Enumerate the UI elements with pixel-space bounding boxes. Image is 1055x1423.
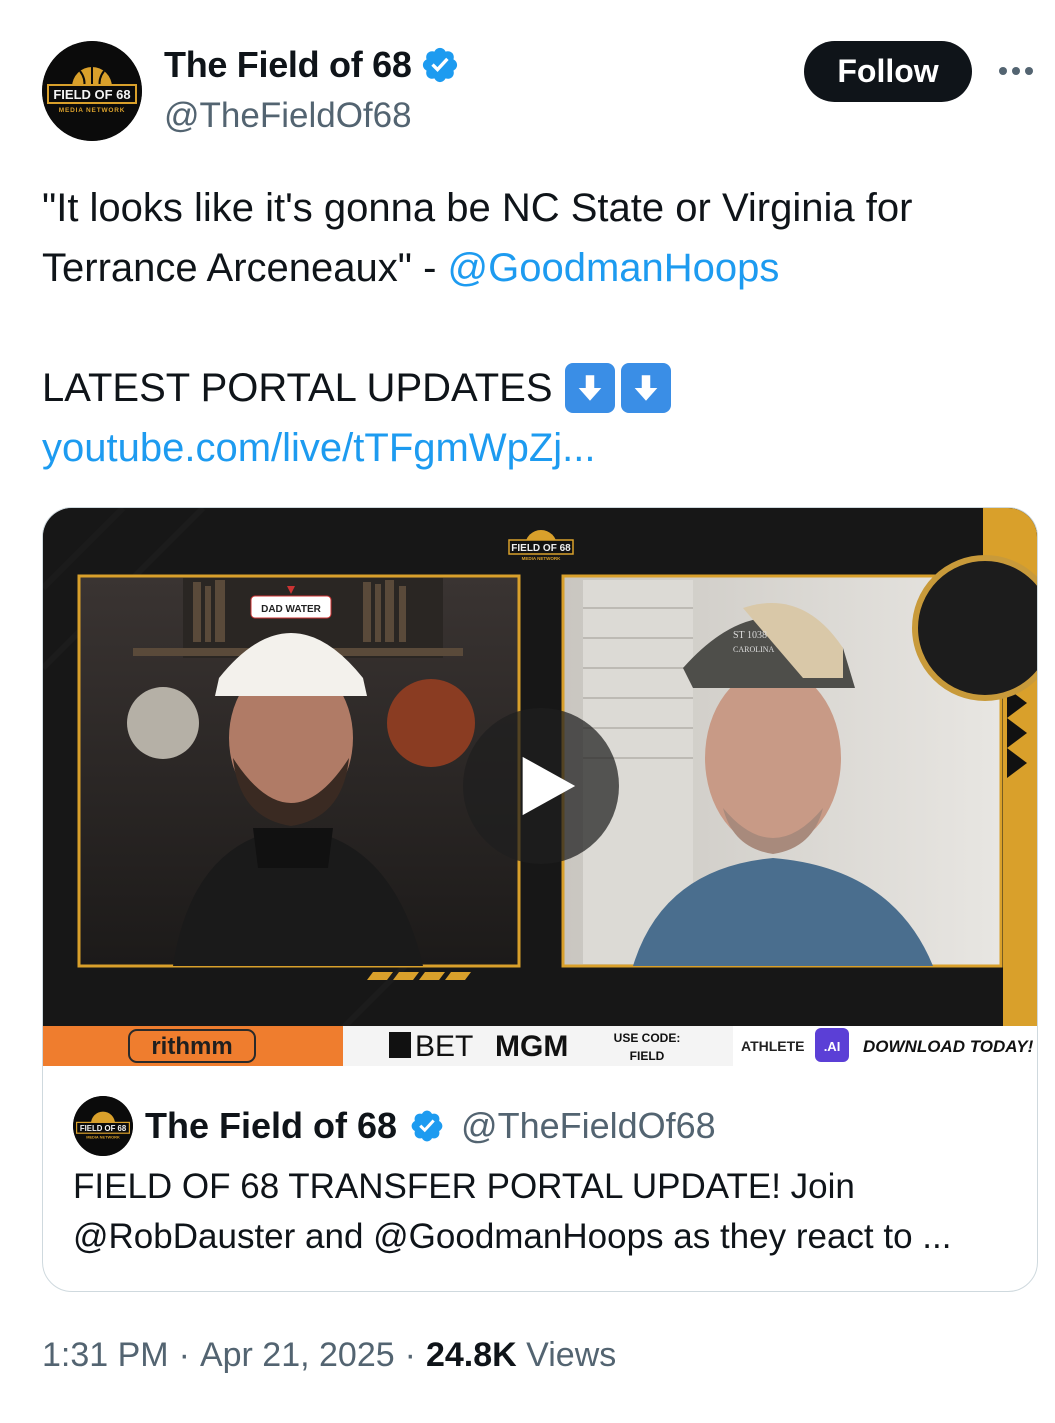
tweet-text: "It looks like it's gonna be NC State or…: [42, 178, 1032, 298]
follow-button[interactable]: Follow: [804, 41, 972, 102]
svg-text:MEDIA NETWORK: MEDIA NETWORK: [522, 556, 562, 561]
display-name[interactable]: The Field of 68: [164, 44, 412, 86]
profile-avatar[interactable]: FIELD OF 68 MEDIA NETWORK: [42, 41, 142, 141]
svg-text:USE CODE:: USE CODE:: [614, 1031, 681, 1045]
tweet-text-line2: Terrance Arceneaux" -: [42, 246, 448, 290]
down-arrow-icon: [564, 363, 615, 413]
views-label: Views: [526, 1336, 617, 1374]
svg-text:MEDIA NETWORK: MEDIA NETWORK: [86, 1135, 120, 1140]
separator-dot: ·: [404, 1336, 416, 1374]
separator-dot: ·: [178, 1336, 190, 1374]
host-left-panel: DAD WATER: [77, 574, 521, 968]
svg-text:BET: BET: [415, 1030, 473, 1063]
verified-badge-icon: [411, 1110, 443, 1142]
latest-updates-text: LATEST PORTAL UPDATES: [42, 366, 553, 410]
quote-header: FIELD OF 68 MEDIA NETWORK The Field of 6…: [73, 1096, 716, 1156]
rithmm-sponsor: rithmm: [43, 1026, 343, 1066]
quote-display-name[interactable]: The Field of 68: [145, 1105, 397, 1147]
svg-text:FIELD OF 68: FIELD OF 68: [511, 543, 571, 554]
video-thumbnail[interactable]: FIELD OF 68 MEDIA NETWORK DAD WATER ST 1…: [43, 508, 1037, 1066]
svg-text:FIELD OF 68: FIELD OF 68: [80, 1124, 127, 1133]
youtube-link[interactable]: youtube.com/live/tTFgmWpZj...: [42, 418, 595, 478]
svg-text:MGM: MGM: [495, 1030, 568, 1063]
svg-text:ATHLETE: ATHLETE: [741, 1038, 805, 1054]
latest-updates-line: LATEST PORTAL UPDATES: [42, 358, 671, 418]
quote-text-line1: FIELD OF 68 TRANSFER PORTAL UPDATE! Join: [73, 1167, 855, 1206]
tweet-meta: 1:31 PM · Apr 21, 2025 · 24.8K Views: [42, 1336, 616, 1375]
svg-text:.AI: .AI: [824, 1039, 841, 1054]
svg-text:MEDIA NETWORK: MEDIA NETWORK: [59, 107, 126, 114]
mention-link[interactable]: @GoodmanHoops: [448, 246, 780, 290]
ellipsis-icon[interactable]: [996, 56, 1036, 86]
quote-avatar[interactable]: FIELD OF 68 MEDIA NETWORK: [73, 1096, 133, 1156]
down-arrow-icon: [620, 363, 671, 413]
quote-handle[interactable]: @TheFieldOf68: [461, 1105, 716, 1147]
quote-card[interactable]: FIELD OF 68 MEDIA NETWORK DAD WATER ST 1…: [42, 507, 1038, 1292]
views-count: 24.8K: [425, 1336, 517, 1374]
svg-text:CAROLINA: CAROLINA: [733, 645, 775, 654]
quote-text-line2: @RobDauster and @GoodmanHoops as they re…: [73, 1217, 952, 1256]
tweet-time[interactable]: 1:31 PM: [42, 1336, 169, 1375]
svg-text:ST 1038: ST 1038: [733, 630, 767, 641]
svg-text:FIELD OF 68: FIELD OF 68: [53, 87, 130, 102]
tweet-text-line1: "It looks like it's gonna be NC State or…: [42, 186, 913, 230]
svg-text:DAD WATER: DAD WATER: [261, 604, 322, 615]
verified-badge-icon: [422, 47, 457, 83]
play-button[interactable]: [463, 708, 619, 864]
play-icon: [522, 756, 576, 816]
athlete-ai-sponsor: ATHLETE .AI DOWNLOAD TODAY!: [733, 1026, 1037, 1066]
svg-text:FIELD: FIELD: [630, 1049, 665, 1063]
guest-right-panel: ST 1038 CAROLINA: [561, 555, 1037, 968]
quote-text: FIELD OF 68 TRANSFER PORTAL UPDATE! Join…: [73, 1162, 1013, 1262]
tweet-date[interactable]: Apr 21, 2025: [200, 1336, 395, 1375]
svg-text:DOWNLOAD TODAY!: DOWNLOAD TODAY!: [863, 1037, 1034, 1056]
svg-text:rithmm: rithmm: [151, 1033, 232, 1060]
handle[interactable]: @TheFieldOf68: [164, 96, 412, 136]
